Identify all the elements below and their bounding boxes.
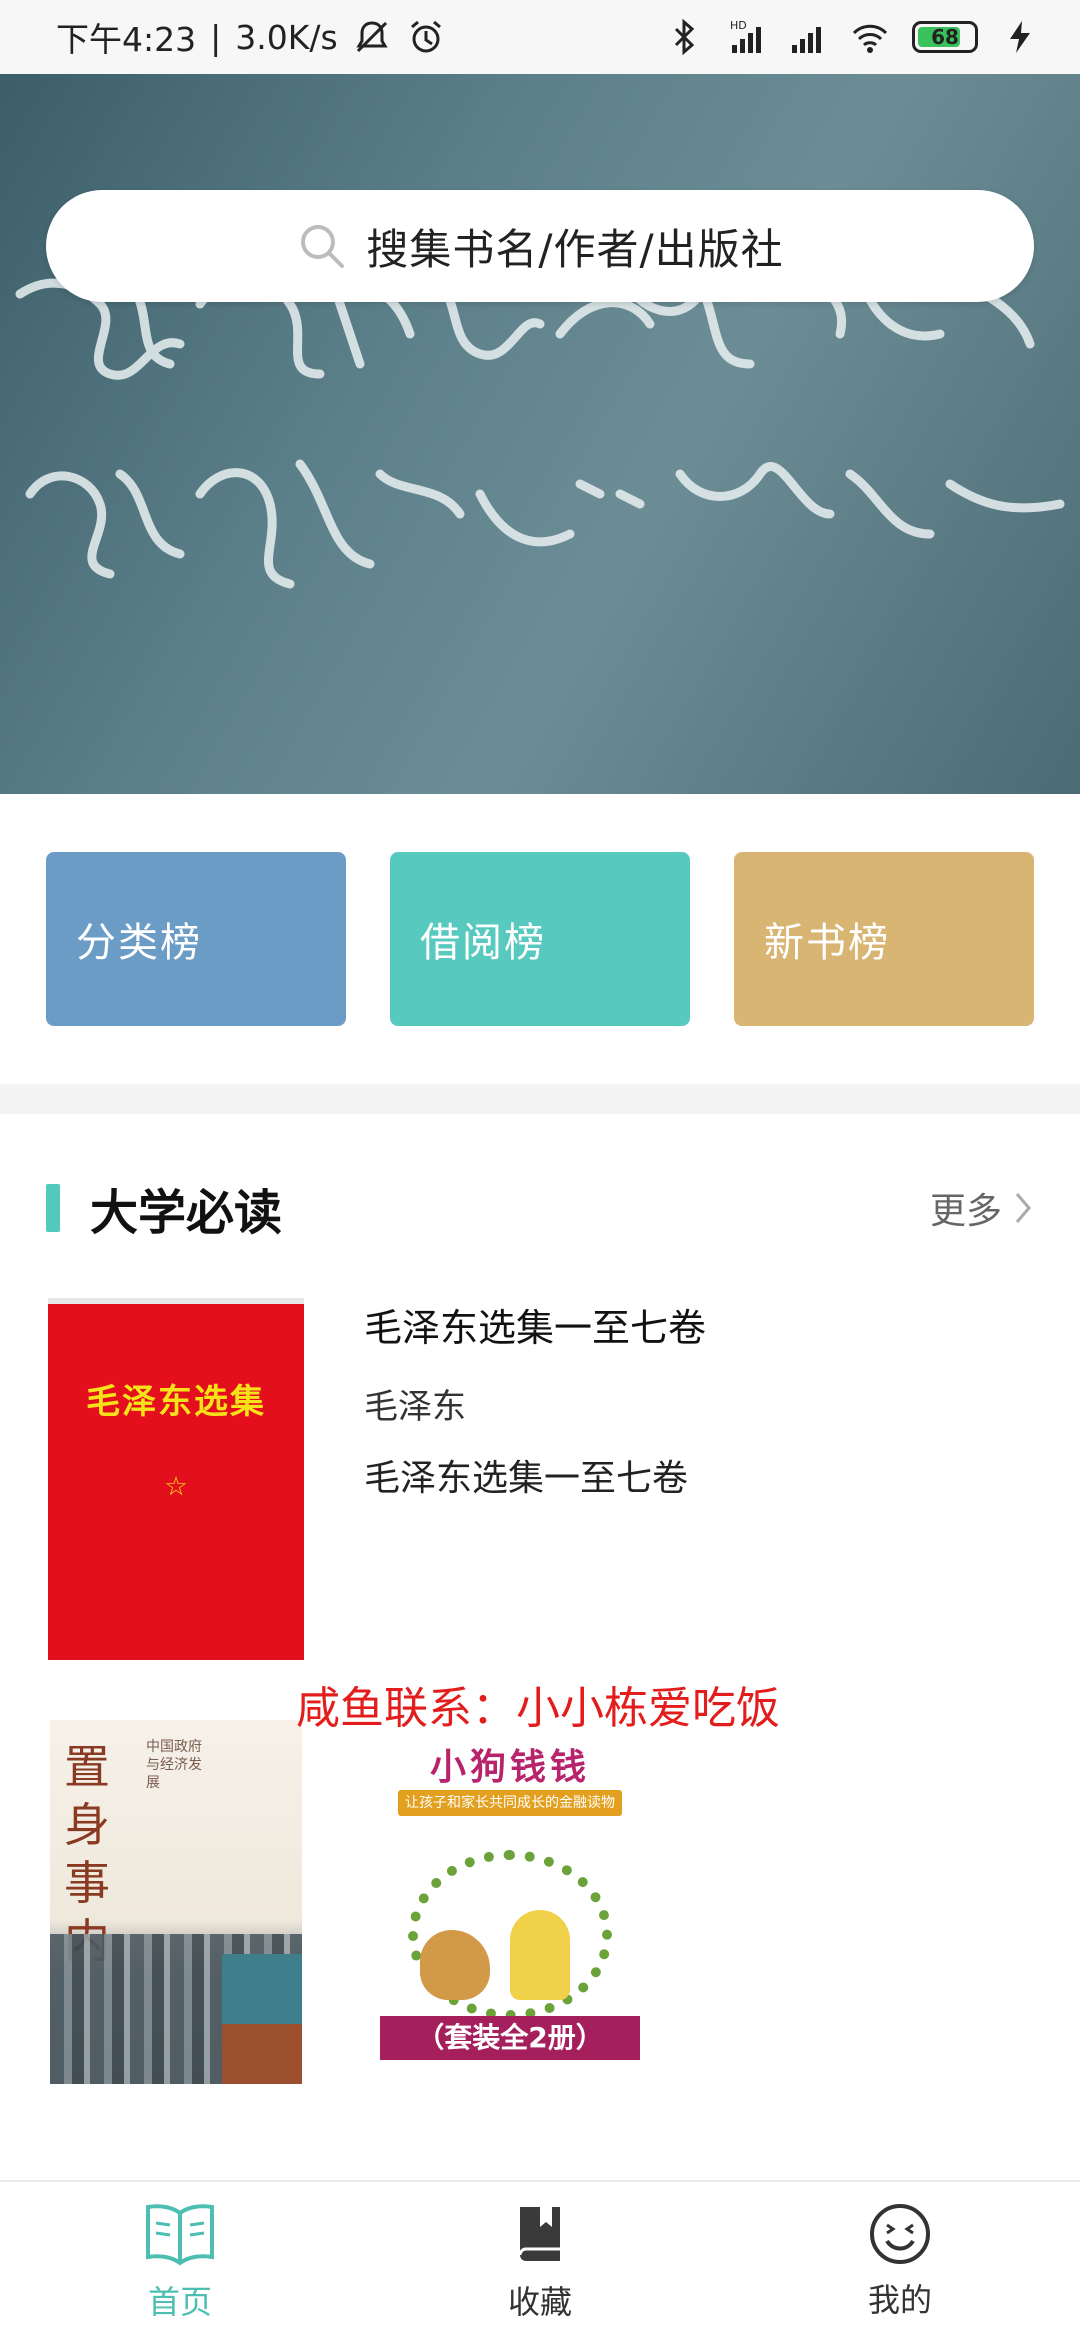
cover-tagline: 中国政府与经济发展 (146, 1739, 202, 1791)
nav-profile[interactable]: 我的 (780, 2182, 1020, 2340)
cover-subtitle: 让孩子和家长共同成长的金融读物 (398, 1790, 622, 1816)
new-books-ranking-button[interactable]: 新书榜 (734, 852, 1034, 1026)
ranking-buttons: 分类榜 借阅榜 新书榜 (46, 852, 1034, 1026)
search-input[interactable]: 搜集书名/作者/出版社 (46, 190, 1034, 302)
section-accent-bar (46, 1184, 60, 1232)
chalkboard-handwriting-image (15, 269, 1065, 589)
nav-profile-label: 我的 (867, 2281, 932, 2319)
battery-icon: 68 (912, 21, 978, 53)
signal-hd-icon: HD (730, 19, 761, 53)
bottom-nav: 首页 收藏 我的 (0, 2180, 1080, 2340)
charging-icon (1010, 21, 1030, 53)
new-books-ranking-label: 新书榜 (764, 920, 890, 966)
status-left: 下午4:23 | 3.0K/s (56, 13, 446, 61)
battery-percent: 68 (931, 25, 959, 49)
search-icon (301, 225, 345, 268)
nav-favorites[interactable]: 收藏 (420, 2182, 660, 2340)
more-label: 更多 (929, 1191, 1002, 1232)
borrow-ranking-label: 借阅榜 (420, 920, 546, 966)
cover-title: 小狗钱钱 (429, 1747, 590, 1788)
borrow-ranking-button[interactable]: 借阅榜 (390, 852, 690, 1026)
status-time: 下午4:23 (56, 20, 197, 59)
signal-icon (792, 27, 821, 53)
search-placeholder: 搜集书名/作者/出版社 (366, 224, 784, 274)
book-description: 毛泽东选集一至七卷 (364, 1458, 689, 1499)
wifi-icon (852, 24, 888, 53)
cover-decoration (222, 2024, 302, 2084)
category-ranking-button[interactable]: 分类榜 (46, 852, 346, 1026)
smiley-icon (870, 2204, 930, 2264)
chevron-right-icon (1015, 1193, 1031, 1223)
mute-icon (356, 21, 388, 53)
cover-decoration (222, 1954, 302, 2024)
svg-text:HD: HD (730, 19, 747, 32)
book-cover[interactable]: 置身事内 中国政府与经济发展 (50, 1720, 302, 2084)
bluetooth-icon (674, 18, 695, 56)
more-link[interactable]: 更多 (930, 1182, 1034, 1234)
hero-banner[interactable]: 搜集书名/作者/出版社 (0, 74, 1080, 794)
cover-title: 毛泽东选集 (86, 1382, 266, 1422)
alarm-icon (410, 20, 441, 53)
status-bar: 下午4:23 | 3.0K/s HD 68 (0, 0, 1080, 74)
section-title-wrap: 大学必读 (46, 1173, 282, 1243)
nav-home-label: 首页 (147, 2283, 212, 2321)
book-author: 毛泽东 (364, 1387, 466, 1427)
category-ranking-label: 分类榜 (76, 920, 202, 966)
cover-girl-illustration (510, 1910, 570, 2000)
bookmark-book-icon (518, 2207, 560, 2261)
book-cover[interactable]: 小狗钱钱 让孩子和家长共同成长的金融读物 （套装全2册） (380, 1730, 640, 2080)
section-title: 大学必读 (90, 1185, 283, 1241)
star-icon: ☆ (164, 1472, 188, 1502)
nav-home[interactable]: 首页 (60, 2182, 300, 2340)
book-cover[interactable]: 毛泽东选集 ☆ (48, 1298, 304, 1660)
book-title: 毛泽东选集一至七卷 (364, 1306, 707, 1350)
book-open-icon (146, 2204, 214, 2266)
network-speed: 3.0K/s (235, 17, 338, 57)
book-info[interactable]: 毛泽东选集一至七卷 毛泽东 毛泽东选集一至七卷 (364, 1300, 1024, 1506)
nav-favorites-label: 收藏 (507, 2283, 572, 2321)
status-right: HD 68 (664, 17, 1040, 57)
section-header: 大学必读 更多 (46, 1180, 1034, 1241)
overlay-note: 咸鱼联系：小小栋爱吃饭 (296, 1683, 780, 1734)
cover-band: （套装全2册） (380, 2016, 640, 2060)
status-divider: | (210, 17, 222, 57)
section-divider (0, 1084, 1080, 1114)
